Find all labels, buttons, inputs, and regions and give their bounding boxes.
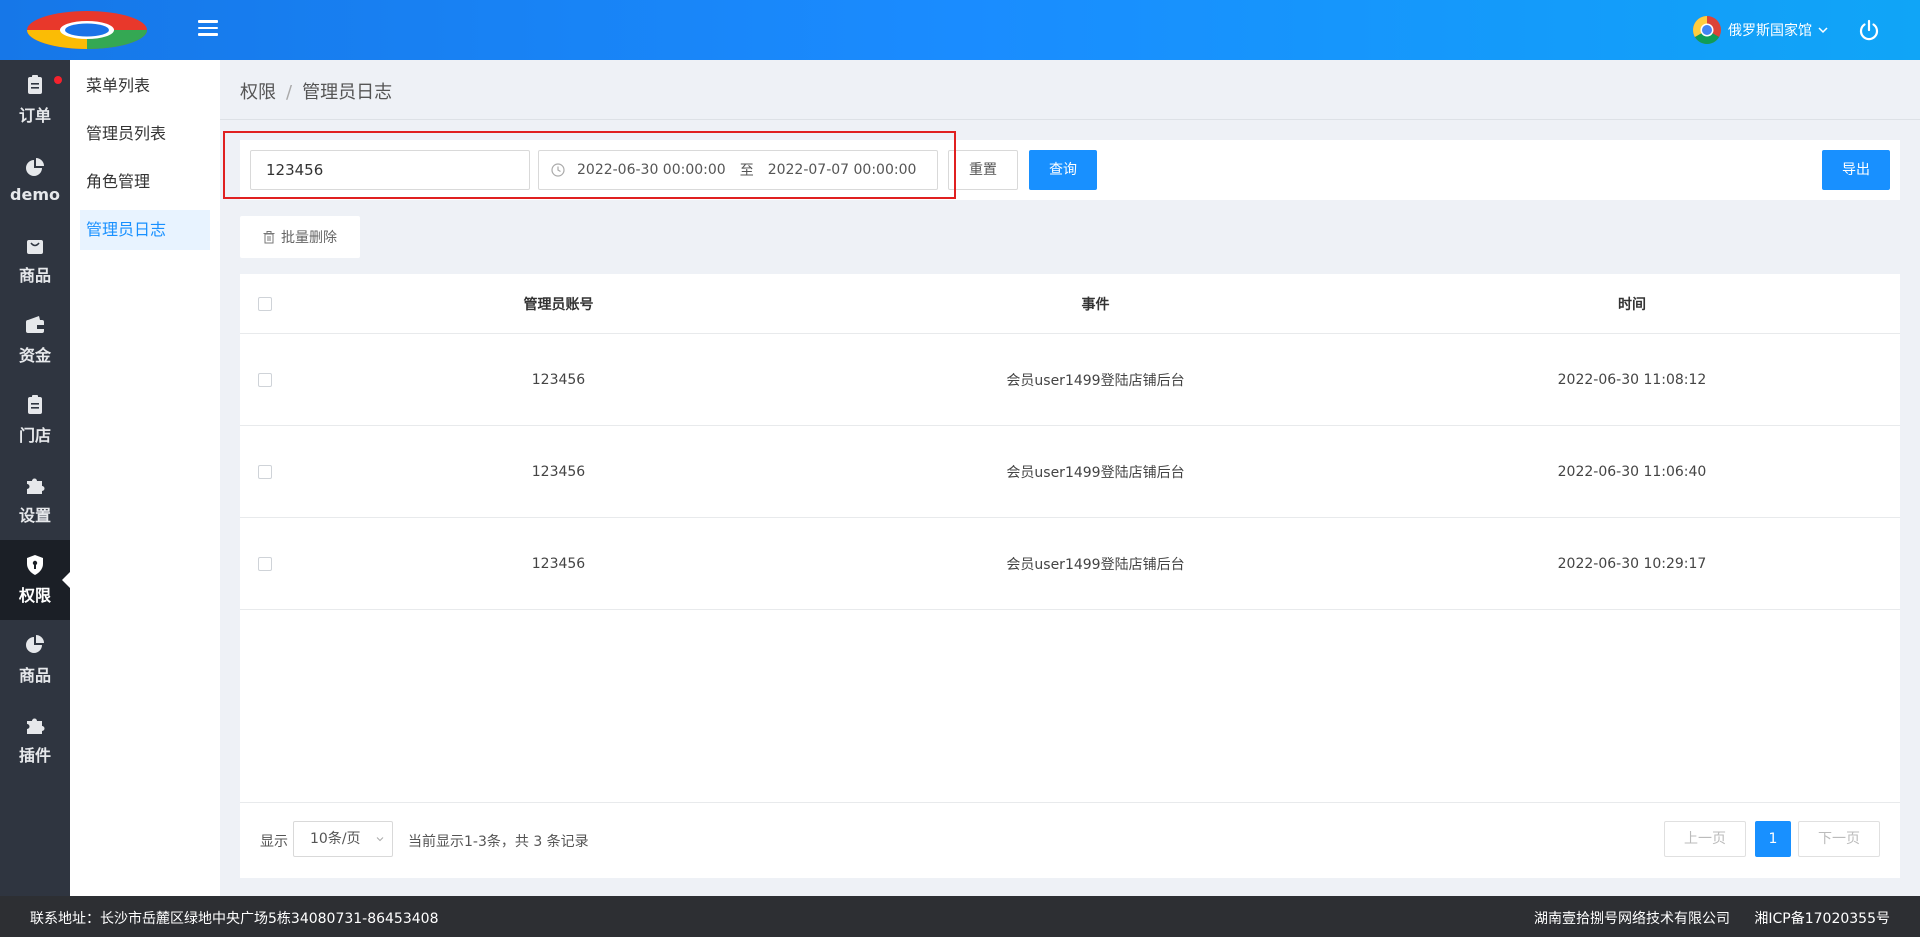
footer-icp[interactable]: 湘ICP备17020355号 (1754, 908, 1890, 928)
site-footer: 联系地址：长沙市岳麓区绿地中央广场5栋34080731-86453408 湖南壹… (0, 896, 1920, 937)
sidebar-item-goods-2[interactable]: 商品 (0, 620, 70, 700)
cell-event: 会员user1499登陆店铺后台 (1006, 372, 1185, 389)
top-bar: 俄罗斯国家馆 (0, 0, 1920, 60)
column-header-account: 管理员账号 (523, 296, 594, 313)
sidebar-item-label: 商品 (18, 666, 51, 685)
sidebar-item-plugins[interactable]: 插件 (0, 700, 70, 780)
shopping-bag-icon (27, 240, 43, 254)
cell-event: 会员user1499登陆店铺后台 (1006, 464, 1185, 481)
sidebar-item-label: 订单 (18, 106, 51, 125)
next-page-button[interactable]: 下一页 (1798, 821, 1880, 857)
footer-address: 联系地址：长沙市岳麓区绿地中央广场5栋34080731-86453408 (30, 911, 439, 927)
logo-icon[interactable] (26, 10, 148, 50)
divider (220, 119, 1920, 120)
shield-icon (27, 555, 43, 575)
batch-delete-label: 批量删除 (281, 230, 337, 246)
sidebar-item-label: demo (10, 184, 60, 204)
breadcrumb-root[interactable]: 权限 (240, 82, 276, 103)
batch-delete-button[interactable]: 批量删除 (240, 216, 360, 258)
date-range-separator: 至 (739, 163, 754, 179)
breadcrumb-current: 管理员日志 (302, 82, 393, 103)
user-name: 俄罗斯国家馆 (1728, 23, 1812, 39)
sidebar-item-settings[interactable]: 设置 (0, 460, 70, 540)
table-row: 123456 会员user1499登陆店铺后台 2022-06-30 11:06… (240, 426, 1900, 518)
cell-account: 123456 (531, 463, 586, 480)
sidebar-item-goods[interactable]: 商品 (0, 220, 70, 300)
sidebar-item-label: 插件 (18, 746, 51, 765)
reset-button[interactable]: 重置 (948, 150, 1018, 190)
clock-icon (551, 163, 565, 177)
menu-toggle-icon[interactable] (198, 20, 218, 38)
clipboard-icon (28, 75, 42, 94)
user-avatar-icon (1693, 16, 1721, 44)
sidebar-item-label: 设置 (18, 506, 51, 525)
row-checkbox[interactable] (258, 556, 272, 571)
sidebar-item-orders[interactable]: 订单 (0, 60, 70, 140)
column-header-time: 时间 (1618, 296, 1646, 313)
cell-time: 2022-06-30 11:06:40 (1557, 463, 1707, 480)
cell-time: 2022-06-30 10:29:17 (1557, 555, 1707, 572)
query-button[interactable]: 查询 (1029, 150, 1097, 190)
sidebar-item-label: 资金 (18, 346, 51, 365)
notification-dot (54, 76, 62, 84)
page-size-label: 显示 (260, 834, 288, 850)
trash-icon (263, 230, 275, 243)
clipboard-list-icon (28, 395, 42, 414)
row-checkbox[interactable] (258, 464, 272, 479)
page-size-select[interactable]: 10条/页 (293, 821, 393, 857)
sidebar-item-label: 门店 (18, 426, 51, 445)
log-table: 管理员账号 事件 时间 123456 会员user1499登陆店铺后台 2022… (240, 274, 1900, 878)
cell-time: 2022-06-30 11:08:12 (1557, 371, 1707, 388)
puzzle-icon (27, 718, 45, 734)
cell-account: 123456 (531, 555, 586, 572)
sub-sidebar: 菜单列表 管理员列表 角色管理 管理员日志 (70, 60, 220, 896)
select-all-checkbox[interactable] (258, 296, 272, 311)
table-row: 123456 会员user1499登陆店铺后台 2022-06-30 10:29… (240, 518, 1900, 610)
table-header: 管理员账号 事件 时间 (240, 274, 1900, 334)
table-row: 123456 会员user1499登陆店铺后台 2022-06-30 11:08… (240, 334, 1900, 426)
cell-event: 会员user1499登陆店铺后台 (1006, 556, 1185, 573)
date-start[interactable]: 2022-06-30 00:00:00 (577, 162, 726, 178)
submenu-item-role-management[interactable]: 角色管理 (80, 162, 210, 202)
user-menu[interactable]: 俄罗斯国家馆 (1692, 15, 1828, 45)
pagination-bar: 显示 10条/页 当前显示1-3条，共 3 条记录 上一页 1 下一页 (240, 802, 1900, 878)
date-range-picker[interactable]: 2022-06-30 00:00:00 至 2022-07-07 00:00:0… (538, 150, 938, 190)
page-number-button[interactable]: 1 (1755, 821, 1791, 857)
date-end[interactable]: 2022-07-07 00:00:00 (768, 162, 917, 178)
breadcrumb: 权限 / 管理员日志 (240, 78, 392, 104)
account-search-input[interactable] (250, 150, 530, 190)
footer-company: 湖南壹拾捌号网络技术有限公司 (1534, 911, 1730, 927)
row-checkbox[interactable] (258, 372, 272, 387)
submenu-item-admin-log[interactable]: 管理员日志 (80, 210, 210, 250)
chevron-down-icon (376, 837, 384, 842)
export-button[interactable]: 导出 (1822, 150, 1890, 190)
puzzle-icon (27, 478, 45, 494)
chevron-down-icon (1818, 27, 1828, 34)
sidebar-item-label: 商品 (18, 266, 51, 285)
sidebar-item-permissions[interactable]: 权限 (0, 540, 70, 620)
pie-chart-icon (26, 635, 44, 653)
sidebar-item-stores[interactable]: 门店 (0, 380, 70, 460)
sidebar-item-label: 权限 (18, 586, 51, 605)
submenu-item-menu-list[interactable]: 菜单列表 (80, 66, 210, 106)
prev-page-button[interactable]: 上一页 (1664, 821, 1746, 857)
wallet-icon (26, 316, 44, 333)
main-sidebar: 订单 demo 商品 资金 门店 设置 权限 商品 插件 (0, 60, 70, 896)
submenu-item-admin-list[interactable]: 管理员列表 (80, 114, 210, 154)
sidebar-item-demo[interactable]: demo (0, 140, 70, 220)
column-header-event: 事件 (1081, 296, 1110, 313)
cell-account: 123456 (531, 371, 586, 388)
pie-chart-icon (26, 157, 44, 176)
sidebar-item-funds[interactable]: 资金 (0, 300, 70, 380)
page-size-value: 10条/页 (310, 831, 361, 847)
power-icon[interactable] (1858, 19, 1880, 41)
breadcrumb-separator: / (286, 82, 293, 103)
record-info: 当前显示1-3条，共 3 条记录 (408, 834, 589, 850)
